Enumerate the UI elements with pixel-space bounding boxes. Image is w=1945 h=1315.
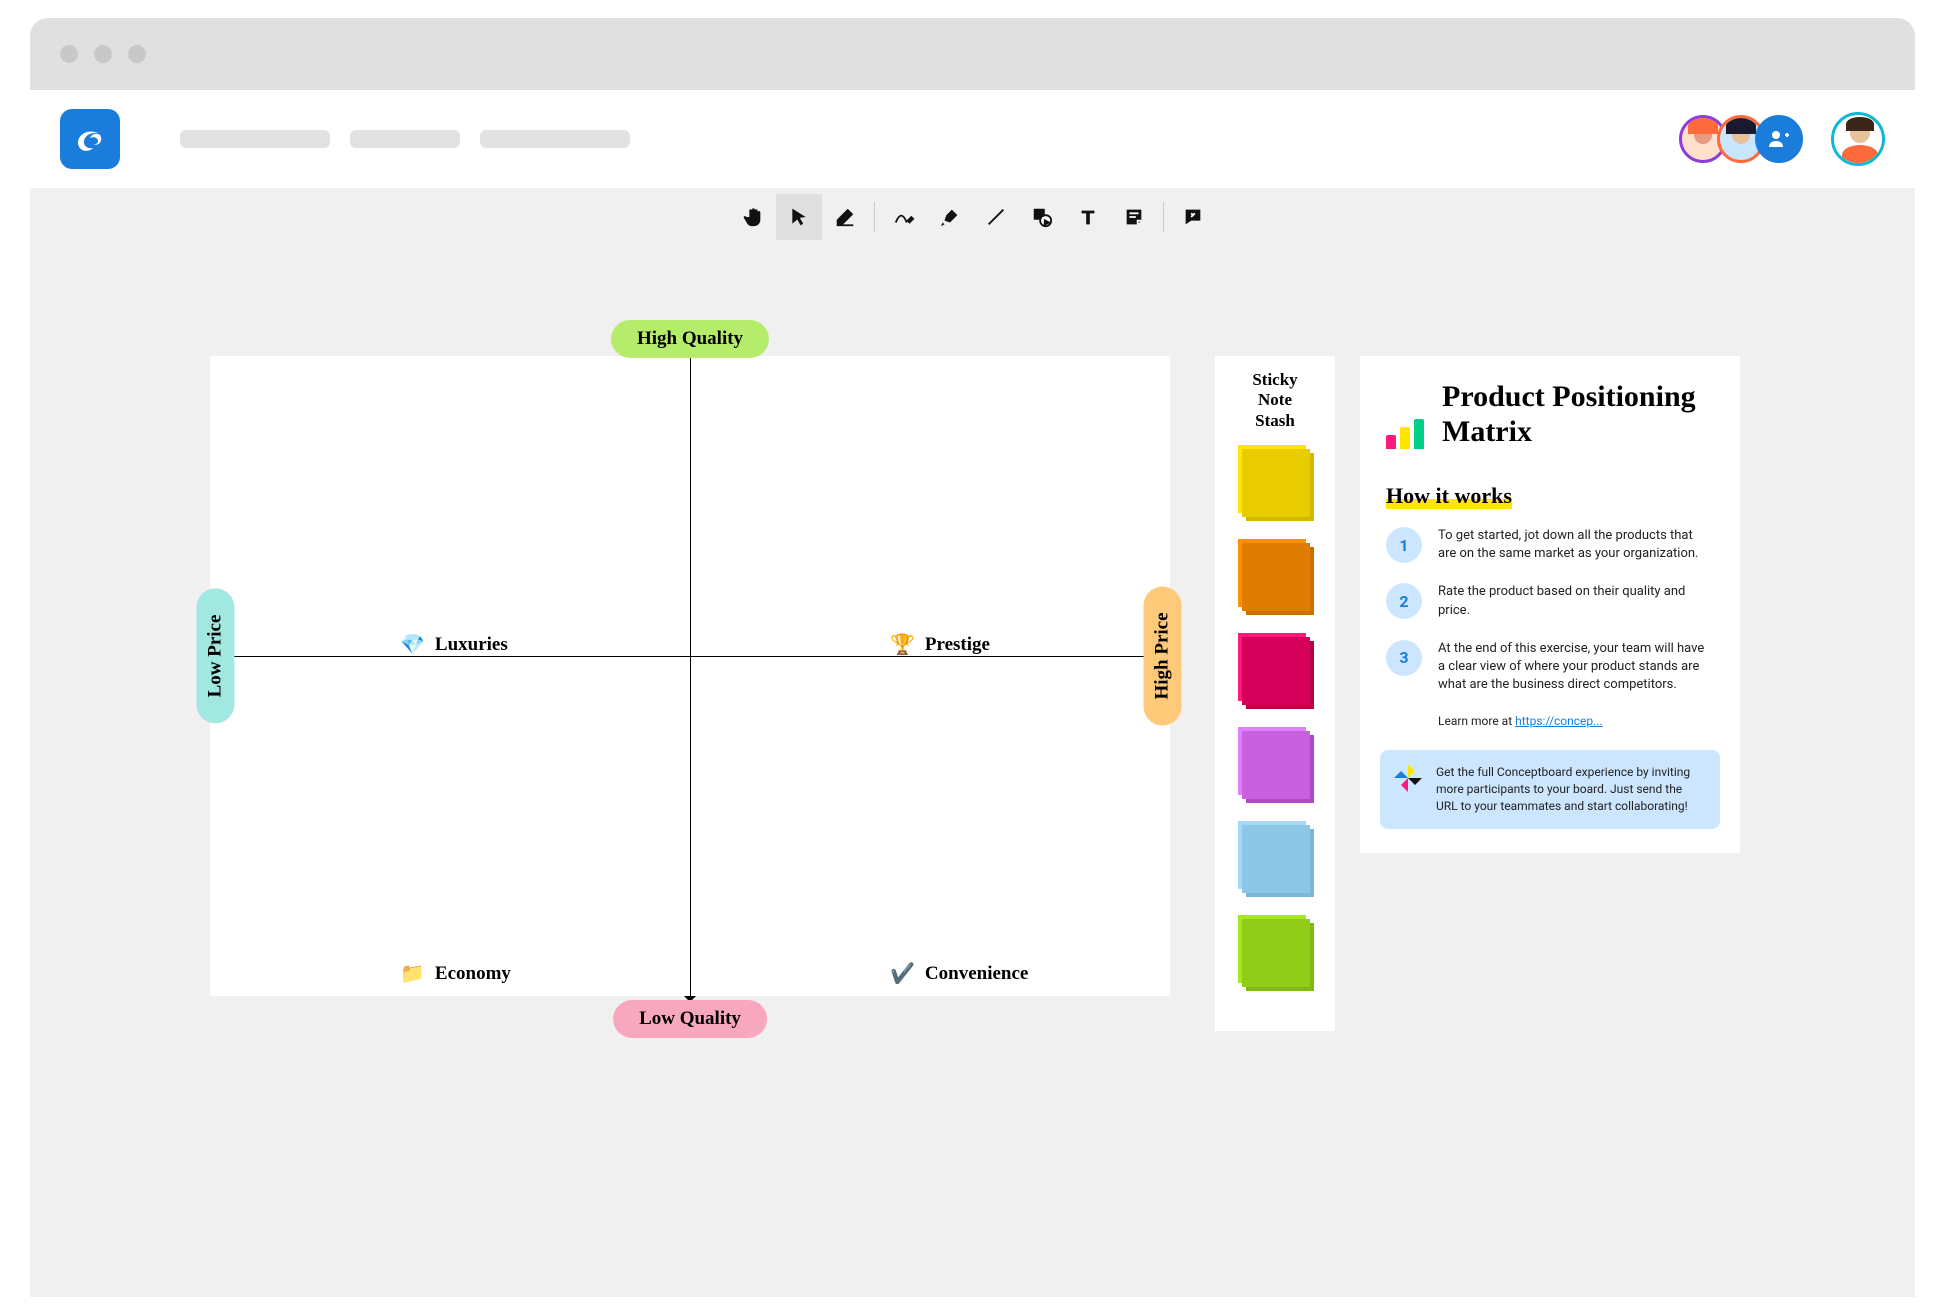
quadrant-prestige[interactable]: 🏆 Prestige: [890, 632, 990, 657]
app-header: [30, 90, 1915, 188]
user-avatar[interactable]: [1831, 112, 1885, 166]
bar-chart-icon: [1386, 380, 1424, 449]
axis-label-top[interactable]: High Quality: [611, 320, 769, 358]
step-text: To get started, jot down all the product…: [1438, 527, 1714, 563]
quadrant-label: Luxuries: [435, 634, 508, 656]
minimize-window-icon[interactable]: [94, 45, 112, 63]
maximize-window-icon[interactable]: [128, 45, 146, 63]
vertical-axis: [690, 350, 691, 996]
sticky-purple[interactable]: [1238, 727, 1312, 801]
toolbar-separator: [874, 202, 875, 232]
breadcrumb-item[interactable]: [180, 130, 330, 148]
hand-tool[interactable]: [730, 194, 776, 240]
canvas[interactable]: High Quality Low Quality Low Price High …: [30, 246, 1915, 1297]
learn-more-link[interactable]: https://concep...: [1515, 714, 1603, 728]
diamond-icon: 💎: [400, 632, 425, 657]
horizontal-axis: [216, 656, 1164, 657]
browser-chrome: [30, 18, 1915, 90]
sticky-orange[interactable]: [1238, 539, 1312, 613]
conceptboard-icon: [1394, 764, 1422, 792]
sticky-green[interactable]: [1238, 915, 1312, 989]
toolbar: [30, 188, 1915, 246]
close-window-icon[interactable]: [60, 45, 78, 63]
eraser-tool[interactable]: [822, 194, 868, 240]
positioning-matrix[interactable]: High Quality Low Quality Low Price High …: [210, 356, 1170, 996]
text-tool[interactable]: [1065, 194, 1111, 240]
toolbar-separator: [1163, 202, 1164, 232]
step-number: 3: [1386, 640, 1422, 676]
learn-more: Learn more at https://concep...: [1386, 714, 1714, 728]
step-text: At the end of this exercise, your team w…: [1438, 640, 1714, 695]
sticky-pink[interactable]: [1238, 633, 1312, 707]
comment-tool[interactable]: [1170, 194, 1216, 240]
step-text: Rate the product based on their quality …: [1438, 583, 1714, 619]
collaborators: [1679, 112, 1885, 166]
add-collaborator-button[interactable]: [1755, 115, 1803, 163]
check-icon: ✔️: [890, 961, 915, 986]
axis-label-left[interactable]: Low Price: [196, 589, 234, 724]
breadcrumb-item[interactable]: [480, 130, 630, 148]
highlighter-tool[interactable]: [927, 194, 973, 240]
step-3: 3 At the end of this exercise, your team…: [1386, 640, 1714, 695]
quadrant-luxuries[interactable]: 💎 Luxuries: [400, 632, 508, 657]
pen-tool[interactable]: [881, 194, 927, 240]
app-logo[interactable]: [60, 109, 120, 169]
axis-label-bottom[interactable]: Low Quality: [613, 1000, 767, 1038]
sticky-note-stash: Sticky Note Stash: [1215, 356, 1335, 1031]
trophy-icon: 🏆: [890, 632, 915, 657]
quadrant-label: Economy: [435, 963, 511, 985]
step-1: 1 To get started, jot down all the produ…: [1386, 527, 1714, 563]
window-controls: [60, 45, 146, 63]
quadrant-label: Prestige: [925, 634, 990, 656]
promo-card: Get the full Conceptboard experience by …: [1380, 750, 1720, 828]
how-it-works-heading: How it works: [1386, 483, 1512, 509]
step-2: 2 Rate the product based on their qualit…: [1386, 583, 1714, 619]
shape-tool[interactable]: [1019, 194, 1065, 240]
quadrant-label: Convenience: [925, 963, 1028, 985]
quadrant-convenience[interactable]: ✔️ Convenience: [890, 961, 1028, 986]
folder-icon: 📁: [400, 961, 425, 986]
info-panel: Product Positioning Matrix How it works …: [1360, 356, 1740, 853]
sticky-note-tool[interactable]: [1111, 194, 1157, 240]
step-number: 1: [1386, 527, 1422, 563]
breadcrumb: [180, 130, 630, 148]
promo-text: Get the full Conceptboard experience by …: [1436, 764, 1706, 814]
sticky-yellow[interactable]: [1238, 445, 1312, 519]
pointer-tool[interactable]: [776, 194, 822, 240]
step-number: 2: [1386, 583, 1422, 619]
axis-label-right[interactable]: High Price: [1143, 586, 1181, 725]
line-tool[interactable]: [973, 194, 1019, 240]
panel-title: Product Positioning Matrix: [1442, 380, 1714, 449]
sticky-stash-title: Sticky Note Stash: [1252, 370, 1297, 431]
sticky-blue[interactable]: [1238, 821, 1312, 895]
quadrant-economy[interactable]: 📁 Economy: [400, 961, 511, 986]
breadcrumb-item[interactable]: [350, 130, 460, 148]
